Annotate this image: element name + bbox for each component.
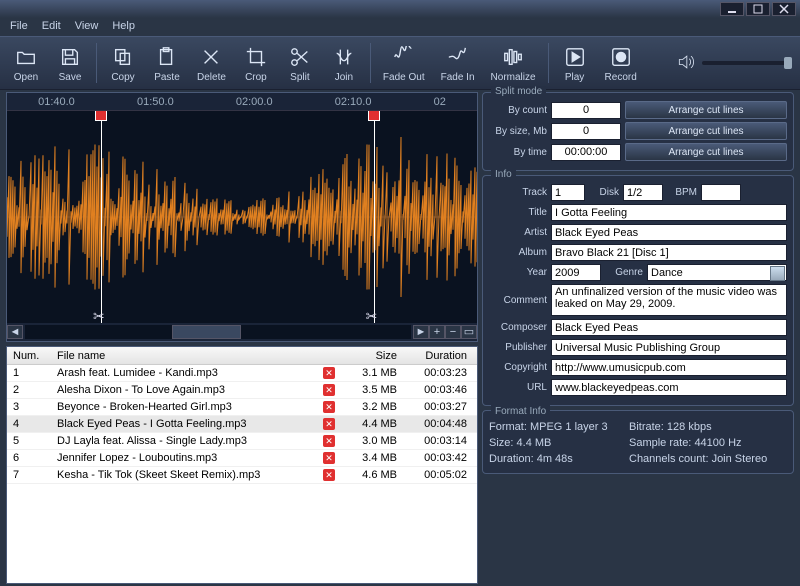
cut-marker[interactable]: ✂ bbox=[101, 111, 102, 323]
scroll-right-button[interactable]: ► bbox=[413, 325, 429, 339]
split-mode-panel: Split mode By countArrange cut lines By … bbox=[482, 92, 794, 171]
menu-help[interactable]: Help bbox=[112, 20, 135, 34]
table-row[interactable]: 7Kesha - Tik Tok (Skeet Skeet Remix).mp3… bbox=[7, 467, 477, 484]
scroll-left-button[interactable]: ◄ bbox=[7, 325, 23, 339]
copy-button[interactable]: Copy bbox=[105, 42, 141, 85]
join-icon bbox=[331, 44, 357, 70]
split-count-input[interactable] bbox=[551, 102, 621, 119]
composer-input[interactable] bbox=[551, 319, 787, 336]
split-button[interactable]: Split bbox=[282, 42, 318, 85]
delete-row-icon[interactable]: ✕ bbox=[323, 435, 335, 447]
close-button[interactable] bbox=[772, 2, 796, 16]
delete-button[interactable]: Delete bbox=[193, 42, 230, 85]
artist-input[interactable] bbox=[551, 224, 787, 241]
table-row[interactable]: 5DJ Layla feat. Alissa - Single Lady.mp3… bbox=[7, 433, 477, 450]
paste-icon bbox=[154, 44, 180, 70]
join-button[interactable]: Join bbox=[326, 42, 362, 85]
cut-marker[interactable]: ✂ bbox=[374, 111, 375, 323]
delete-icon bbox=[198, 44, 224, 70]
genre-select[interactable] bbox=[647, 264, 787, 281]
floppy-icon bbox=[57, 44, 83, 70]
format-info-panel: Format Info Format: MPEG 1 layer 3Bitrat… bbox=[482, 410, 794, 474]
table-row[interactable]: 4Black Eyed Peas - I Gotta Feeling.mp3✕4… bbox=[7, 416, 477, 433]
copyright-input[interactable] bbox=[551, 359, 787, 376]
disk-input[interactable] bbox=[623, 184, 663, 201]
url-input[interactable] bbox=[551, 379, 787, 396]
record-button[interactable]: Record bbox=[601, 42, 641, 85]
normalize-button[interactable]: Normalize bbox=[487, 42, 540, 85]
fadeout-button[interactable]: Fade Out bbox=[379, 42, 429, 85]
paste-button[interactable]: Paste bbox=[149, 42, 185, 85]
crop-icon bbox=[243, 44, 269, 70]
folder-open-icon bbox=[13, 44, 39, 70]
play-button[interactable]: Play bbox=[557, 42, 593, 85]
horizontal-scrollbar[interactable] bbox=[25, 325, 411, 339]
speaker-icon bbox=[676, 52, 696, 75]
col-size[interactable]: Size bbox=[343, 348, 403, 364]
save-button[interactable]: Save bbox=[52, 42, 88, 85]
record-icon bbox=[608, 44, 634, 70]
arrange-size-button[interactable]: Arrange cut lines bbox=[625, 122, 787, 140]
delete-row-icon[interactable]: ✕ bbox=[323, 469, 335, 481]
volume-slider[interactable] bbox=[702, 61, 792, 65]
scissors-icon: ✂ bbox=[366, 308, 378, 323]
split-size-input[interactable] bbox=[551, 123, 621, 140]
comment-input[interactable]: An unfinalized version of the music vide… bbox=[551, 284, 787, 316]
copy-icon bbox=[110, 44, 136, 70]
scissors-icon bbox=[287, 44, 313, 70]
maximize-button[interactable] bbox=[746, 2, 770, 16]
info-panel: Info TrackDiskBPM Title Artist Album Yea… bbox=[482, 175, 794, 406]
arrange-count-button[interactable]: Arrange cut lines bbox=[625, 101, 787, 119]
delete-row-icon[interactable]: ✕ bbox=[323, 384, 335, 396]
menu-view[interactable]: View bbox=[75, 20, 99, 34]
zoom-out-button[interactable]: − bbox=[445, 325, 461, 339]
crop-button[interactable]: Crop bbox=[238, 42, 274, 85]
col-num[interactable]: Num. bbox=[7, 348, 51, 364]
split-time-input[interactable] bbox=[551, 144, 621, 161]
scissors-icon: ✂ bbox=[93, 308, 105, 323]
title-input[interactable] bbox=[551, 204, 787, 221]
menubar: File Edit View Help bbox=[0, 18, 800, 36]
table-row[interactable]: 2Alesha Dixon - To Love Again.mp3✕3.5 MB… bbox=[7, 382, 477, 399]
arrange-time-button[interactable]: Arrange cut lines bbox=[625, 143, 787, 161]
play-icon bbox=[562, 44, 588, 70]
normalize-icon bbox=[500, 44, 526, 70]
fadeout-icon bbox=[391, 44, 417, 70]
menu-edit[interactable]: Edit bbox=[42, 20, 61, 34]
menu-file[interactable]: File bbox=[10, 20, 28, 34]
track-input[interactable] bbox=[551, 184, 585, 201]
waveform[interactable]: ✂ ✂ bbox=[7, 111, 477, 323]
fadein-button[interactable]: Fade In bbox=[437, 42, 479, 85]
col-filename[interactable]: File name bbox=[51, 348, 315, 364]
delete-row-icon[interactable]: ✕ bbox=[323, 367, 335, 379]
year-input[interactable] bbox=[551, 264, 601, 281]
delete-row-icon[interactable]: ✕ bbox=[323, 401, 335, 413]
album-input[interactable] bbox=[551, 244, 787, 261]
toolbar: Open Save Copy Paste Delete Crop Split J… bbox=[0, 36, 800, 90]
delete-row-icon[interactable]: ✕ bbox=[323, 418, 335, 430]
zoom-in-button[interactable]: + bbox=[429, 325, 445, 339]
delete-row-icon[interactable]: ✕ bbox=[323, 452, 335, 464]
table-row[interactable]: 6Jennifer Lopez - Louboutins.mp3✕3.4 MB0… bbox=[7, 450, 477, 467]
open-button[interactable]: Open bbox=[8, 42, 44, 85]
zoom-fit-button[interactable]: ▭ bbox=[461, 325, 477, 339]
publisher-input[interactable] bbox=[551, 339, 787, 356]
timeline[interactable]: 01:40.001:50.002:00.002:10.002 bbox=[7, 93, 477, 111]
table-row[interactable]: 3Beyonce - Broken-Hearted Girl.mp3✕3.2 M… bbox=[7, 399, 477, 416]
table-row[interactable]: 1Arash feat. Lumidee - Kandi.mp3✕3.1 MB0… bbox=[7, 365, 477, 382]
col-duration[interactable]: Duration bbox=[403, 348, 477, 364]
waveform-panel: 01:40.001:50.002:00.002:10.002 ✂ ✂ ◄ ► +… bbox=[6, 92, 478, 342]
minimize-button[interactable] bbox=[720, 2, 744, 16]
file-list: Num. File name Size Duration 1Arash feat… bbox=[6, 346, 478, 584]
fadein-icon bbox=[445, 44, 471, 70]
bpm-input[interactable] bbox=[701, 184, 741, 201]
